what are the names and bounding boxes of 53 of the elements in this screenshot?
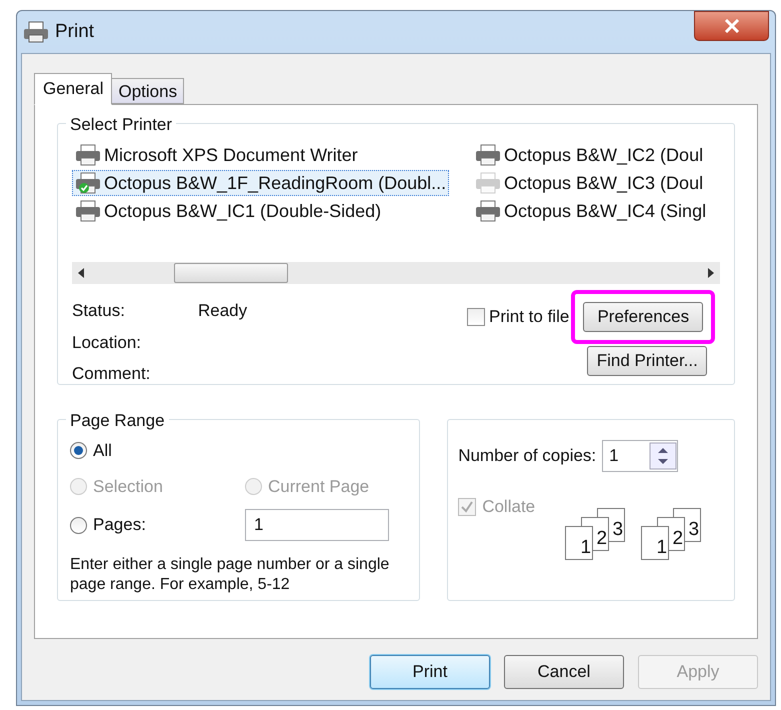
printer-icon (475, 144, 501, 166)
printer-name: Octopus B&W_IC1 (Double-Sided) (104, 200, 382, 223)
printer-name: Octopus B&W_IC3 (Doul (504, 172, 704, 195)
window-title: Print (55, 20, 94, 44)
preferences-button[interactable]: Preferences (583, 302, 704, 332)
scroll-right-icon (708, 268, 714, 278)
printer-name: Octopus B&W_IC2 (Doul (504, 144, 704, 167)
page-icon: 1 (641, 526, 670, 560)
copies-value: 1 (608, 445, 620, 468)
dialog-button[interactable]: Cancel (504, 655, 624, 689)
printer-icon (23, 20, 49, 44)
close-icon (724, 19, 740, 33)
printer-icon (75, 200, 101, 222)
printer-icon (475, 172, 501, 194)
tab[interactable]: General (34, 73, 112, 105)
printer-name: Octopus B&W_1F_ReadingRoom (Doubl... (104, 172, 446, 195)
radio-label: Pages: (93, 514, 146, 536)
info-value: Ready (198, 300, 248, 322)
scroll-left-icon (78, 268, 84, 278)
tab[interactable]: Options (111, 78, 184, 104)
printer-item[interactable]: Octopus B&W_IC3 (Doul (472, 170, 706, 196)
printer-item[interactable]: Octopus B&W_IC1 (Double-Sided) (72, 198, 384, 224)
printer-icon (75, 144, 101, 166)
checkbox-label: Print to file (489, 306, 570, 328)
printer-item[interactable]: Octopus B&W_IC2 (Doul (472, 142, 706, 168)
copies-spinner[interactable]: 1 (602, 440, 678, 472)
printer-name: Octopus B&W_IC4 (Singl (504, 200, 706, 223)
horizontal-scrollbar[interactable] (72, 262, 720, 284)
scroll-thumb[interactable] (174, 263, 288, 283)
printer-item[interactable]: Microsoft XPS Document Writer (72, 142, 361, 168)
radio-label: Current Page (268, 476, 370, 498)
page-icon: 1 (565, 526, 594, 560)
checkbox-label: Collate (482, 496, 536, 518)
printer-icon (475, 200, 501, 222)
radio-label: All (93, 440, 112, 462)
hint-text: Enter either a single page number or a single page range. For example, 5-12 (70, 555, 390, 595)
find-printer-button[interactable]: Find Printer... (587, 346, 708, 376)
spinner-arrows-icon (649, 442, 678, 470)
info-label: Status: (72, 300, 126, 322)
pages-field[interactable]: 1 (245, 509, 389, 541)
printer-item[interactable]: Octopus B&W_1F_ReadingRoom (Doubl... (72, 170, 450, 196)
printer-name: Microsoft XPS Document Writer (104, 144, 358, 166)
printer-item[interactable]: Octopus B&W_IC4 (Singl (472, 198, 710, 224)
dialog-button[interactable]: Print (370, 655, 490, 689)
checkbox[interactable] (467, 308, 485, 326)
radio-button[interactable] (70, 442, 87, 460)
radio-label: Selection (93, 476, 163, 498)
close-button[interactable] (694, 11, 769, 41)
info-label: Comment: (72, 363, 152, 385)
info-label: Location: (72, 332, 142, 354)
radio-button[interactable] (70, 516, 87, 534)
copies-label: Number of copies: (458, 445, 596, 468)
printer-check-icon (75, 172, 101, 194)
